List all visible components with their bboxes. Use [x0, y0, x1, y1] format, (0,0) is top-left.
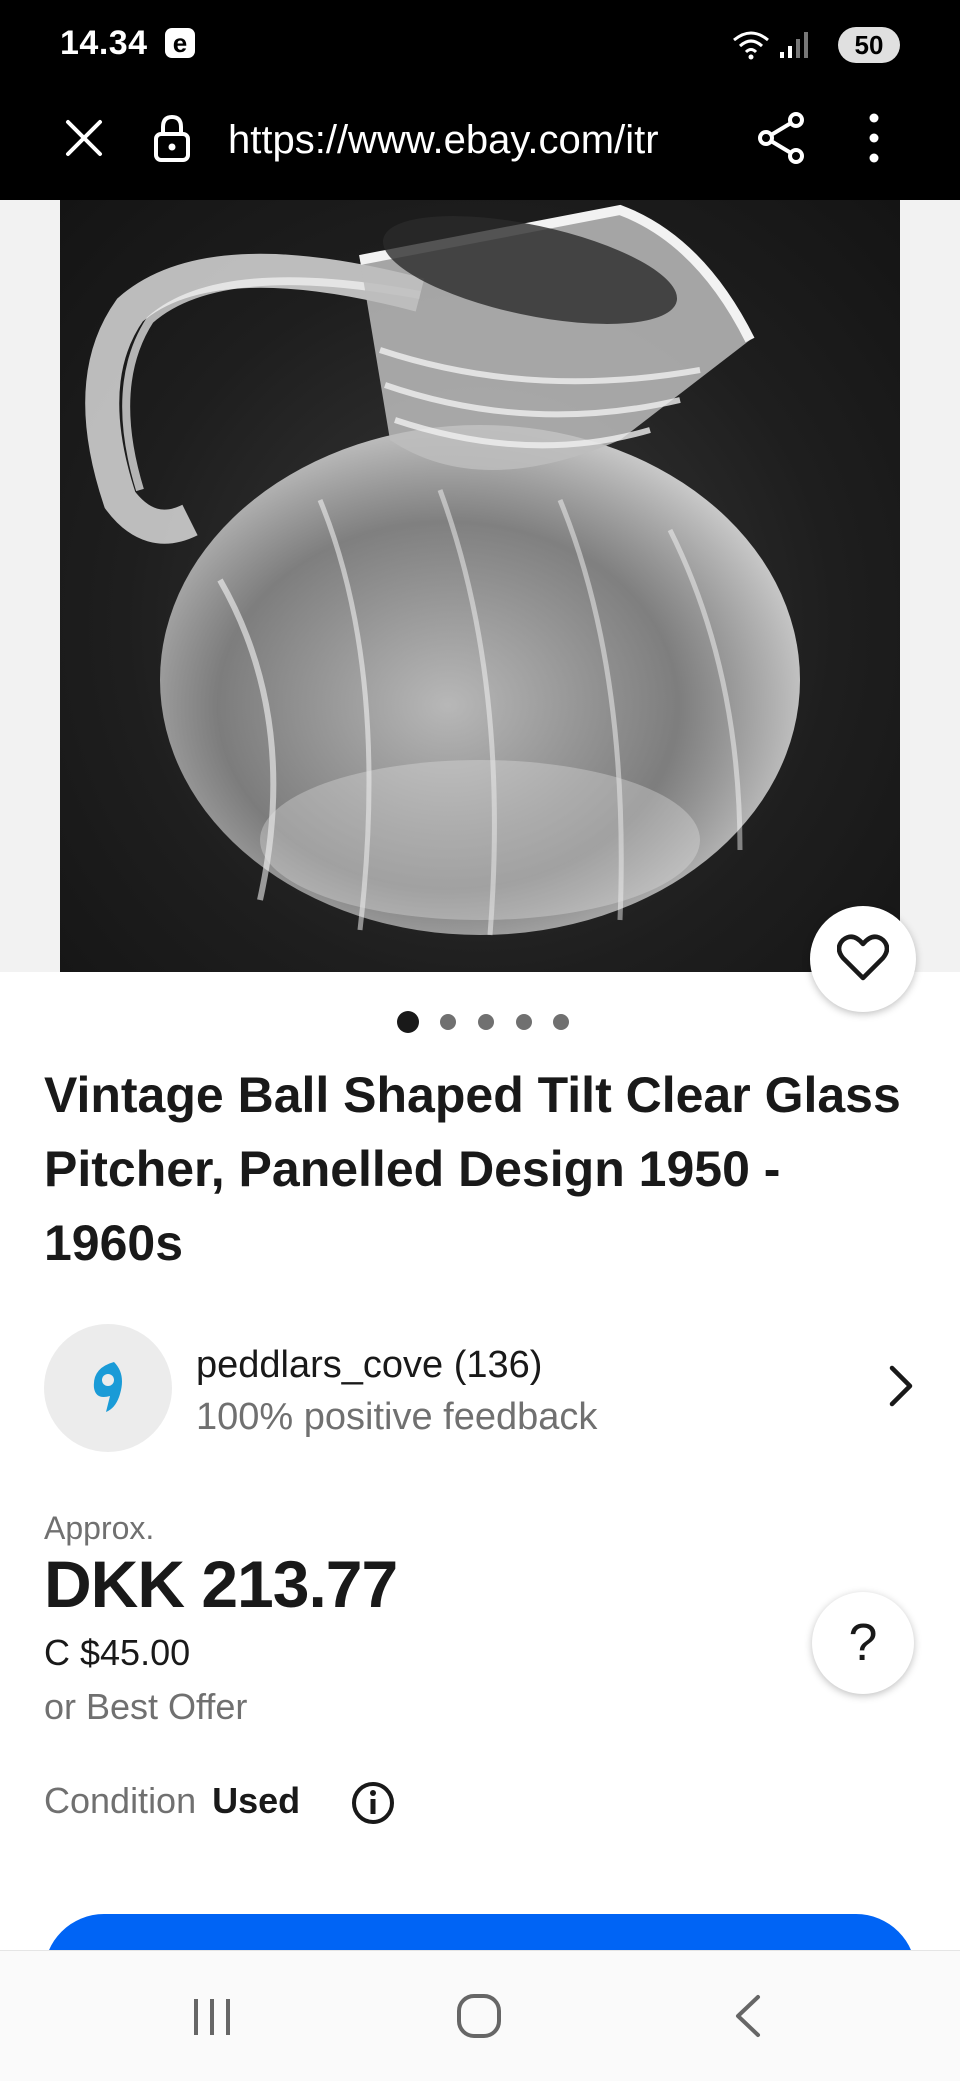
seller-name[interactable]: peddlars_cove (136) [196, 1344, 542, 1387]
url-text[interactable]: https://www.ebay.com/itr [228, 118, 718, 163]
price-main: DKK 213.77 [44, 1547, 398, 1621]
best-offer-label: or Best Offer [44, 1686, 248, 1727]
browser-url-bar: https://www.ebay.com/itr [0, 92, 960, 200]
share-icon[interactable] [756, 110, 808, 166]
close-icon[interactable] [60, 114, 108, 162]
watchlist-heart-button[interactable] [810, 906, 916, 1012]
status-time: 14.34 [60, 24, 148, 62]
seller-avatar[interactable] [44, 1324, 172, 1452]
chevron-right-icon[interactable] [886, 1364, 916, 1408]
seller-feedback: 100% positive feedback [196, 1396, 598, 1438]
home-icon[interactable] [456, 1993, 502, 2039]
back-icon[interactable] [730, 1993, 764, 2039]
wifi-icon [733, 31, 769, 60]
seller-info-row[interactable]: peddlars_cove (136) 100% positive feedba… [44, 1324, 916, 1454]
carousel-dot[interactable] [553, 1014, 569, 1030]
recents-icon[interactable] [190, 1995, 234, 2039]
seller-logo-icon [93, 1362, 122, 1412]
status-bar: 14.34 e 50 [0, 0, 960, 92]
price-approx-label: Approx. [44, 1510, 155, 1546]
status-indicators: 50 [733, 24, 900, 68]
info-icon[interactable] [350, 1780, 396, 1826]
carousel-dot[interactable] [516, 1014, 532, 1030]
product-image-carousel[interactable] [0, 200, 960, 972]
signal-icon [780, 32, 808, 58]
carousel-dot-active[interactable] [397, 1011, 419, 1033]
condition-label: Condition [44, 1780, 197, 1821]
system-navigation-bar [0, 1950, 960, 2081]
carousel-dot[interactable] [440, 1014, 456, 1030]
help-button[interactable]: ? [812, 1592, 914, 1694]
heart-icon [837, 934, 889, 981]
product-photo[interactable] [60, 200, 900, 972]
product-title: Vintage Ball Shaped Tilt Clear Glass Pit… [44, 1067, 901, 1271]
battery-indicator: 50 [838, 27, 900, 63]
condition-row: Condition Used [44, 1780, 394, 1830]
more-vert-icon[interactable] [856, 110, 892, 166]
carousel-dot[interactable] [478, 1014, 494, 1030]
condition-value: Used [212, 1780, 301, 1821]
lock-icon[interactable] [152, 112, 192, 164]
price-original: C $45.00 [44, 1632, 191, 1673]
glass-pitcher-photo [85, 204, 800, 936]
carousel-indicator [0, 1010, 960, 1036]
app-notification-icon: e [165, 28, 195, 58]
